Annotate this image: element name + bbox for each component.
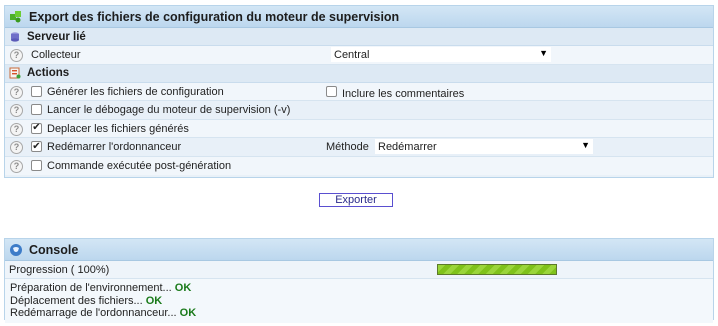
help-icon[interactable]: ? <box>10 159 23 173</box>
log-line: Redémarrage de l'ordonnanceur... OK <box>10 307 197 319</box>
debug-label: Lancer le débogage du moteur de supervis… <box>47 104 291 116</box>
console-header: Console <box>5 239 713 261</box>
actions-list: ? Générer les fichiers de configuration … <box>5 82 713 175</box>
actions-section-title: Actions <box>27 67 70 79</box>
progress-fill <box>438 265 556 274</box>
dropdown-arrow-icon: ▼ <box>539 48 548 58</box>
collector-value: Central <box>334 48 370 61</box>
generate-label: Générer les fichiers de configuration <box>47 85 224 98</box>
method-label: Méthode <box>326 141 369 153</box>
action-row-restart: ? ✔ Redémarrer l'ordonnanceur Méthode Re… <box>5 138 713 157</box>
help-icon[interactable]: ? <box>10 122 23 136</box>
collector-label: Collecteur <box>31 49 81 61</box>
log-line: Déplacement des fichiers... OK <box>10 294 163 307</box>
comments-label: Inclure les commentaires <box>342 87 465 100</box>
console-panel: Console Progression ( 100%) Préparation … <box>4 238 714 323</box>
move-label: Deplacer les fichiers générés <box>47 122 189 135</box>
progress-bar <box>437 264 557 275</box>
database-icon <box>9 31 21 43</box>
export-header: Export des fichiers de configuration du … <box>5 6 713 28</box>
generate-checkbox[interactable] <box>31 85 42 97</box>
server-section-title: Serveur lié <box>27 30 86 43</box>
move-checkbox[interactable]: ✔ <box>31 122 42 134</box>
log-line: Préparation de l'environnement... OK <box>10 282 192 294</box>
export-panel: Export des fichiers de configuration du … <box>4 5 714 178</box>
action-row-debug: ? Lancer le débogage du moteur de superv… <box>5 101 713 120</box>
actions-list-icon <box>9 67 21 79</box>
action-row-generate: ? Générer les fichiers de configuration … <box>5 82 713 101</box>
postcmd-label: Commande exécutée post-génération <box>47 159 232 172</box>
console-log: Préparation de l'environnement... OK Dép… <box>5 279 713 323</box>
collector-row: ? Collecteur Central ▼ <box>5 46 713 65</box>
export-title: Export des fichiers de configuration du … <box>29 9 400 24</box>
help-icon[interactable]: ? <box>10 104 23 117</box>
actions-section-header: Actions <box>5 64 713 83</box>
method-value: Redémarrer <box>378 140 437 153</box>
progress-row: Progression ( 100%) <box>5 261 713 279</box>
export-button[interactable]: Exporter <box>319 193 393 207</box>
action-row-postcmd: ? Commande exécutée post-génération <box>5 156 713 175</box>
help-icon[interactable]: ? <box>10 49 23 62</box>
console-title: Console <box>29 242 79 257</box>
restart-checkbox[interactable]: ✔ <box>31 141 42 152</box>
collector-select[interactable]: Central ▼ <box>331 47 551 62</box>
puzzle-icon <box>9 10 23 24</box>
globe-icon <box>9 243 23 257</box>
help-icon[interactable]: ? <box>10 85 23 99</box>
debug-checkbox[interactable] <box>31 104 42 115</box>
restart-label: Redémarrer l'ordonnanceur <box>47 141 182 153</box>
progress-label: Progression ( 100%) <box>9 264 110 276</box>
comments-checkbox[interactable] <box>326 85 337 97</box>
help-icon[interactable]: ? <box>10 141 23 154</box>
method-select[interactable]: Redémarrer ▼ <box>375 139 593 154</box>
postcmd-checkbox[interactable] <box>31 159 42 171</box>
server-section-header: Serveur lié <box>5 28 713 46</box>
dropdown-arrow-icon: ▼ <box>581 140 590 150</box>
action-row-move: ? ✔ Deplacer les fichiers générés <box>5 119 713 138</box>
